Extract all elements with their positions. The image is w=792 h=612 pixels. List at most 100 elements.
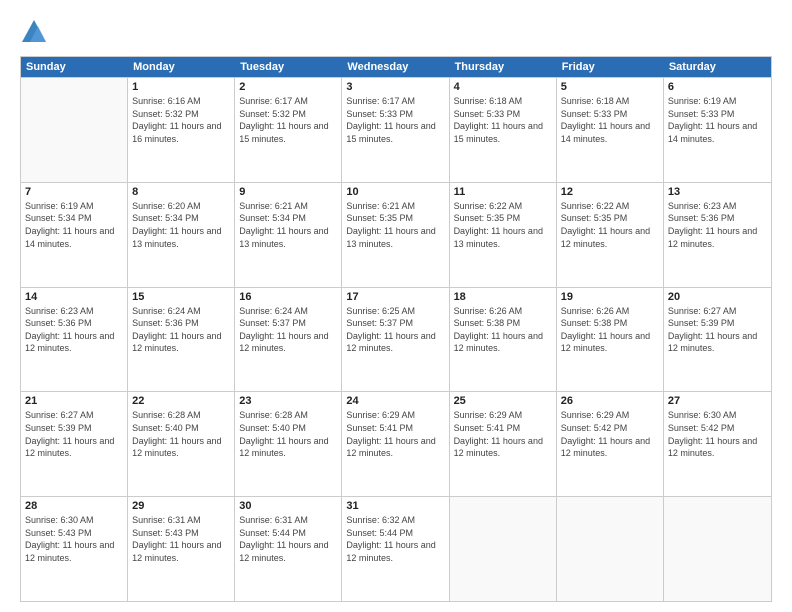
calendar-cell: 31Sunrise: 6:32 AM Sunset: 5:44 PM Dayli… [342, 497, 449, 601]
calendar-cell: 25 Sunrise: 6:29 AM Sunset: 5:41 PM Dayli… [450, 392, 557, 496]
calendar-row-0: 1 Sunrise: 6:16 AM Sunset: 5:32 PM Daylig… [21, 77, 771, 182]
cell-info: Sunrise: 6:31 AM Sunset: 5:43 PM Dayligh… [132, 514, 230, 564]
calendar-cell: 16Sunrise: 6:24 AM Sunset: 5:37 PM Dayli… [235, 288, 342, 392]
cell-day-number: 29 [132, 500, 230, 512]
cell-info: Sunrise: 6:30 AM Sunset: 5:43 PM Dayligh… [25, 514, 123, 564]
cell-info: Sunrise: 6:17 AM Sunset: 5:33 PM Dayligh… [346, 95, 444, 145]
cell-info: Sunrise: 6:21 AM Sunset: 5:35 PM Dayligh… [346, 200, 444, 250]
calendar-cell: 19 Sunrise: 6:26 AM Sunset: 5:38 PM Dayli… [557, 288, 664, 392]
calendar-cell [450, 497, 557, 601]
calendar-row-2: 14 Sunrise: 6:23 AM Sunset: 5:36 PM Dayli… [21, 287, 771, 392]
cell-info: Sunrise: 6:23 AM Sunset: 5:36 PM Dayligh… [25, 305, 123, 355]
calendar-cell: 10 Sunrise: 6:21 AM Sunset: 5:35 PM Dayli… [342, 183, 449, 287]
cell-day-number: 4 [454, 81, 552, 93]
cell-info: Sunrise: 6:26 AM Sunset: 5:38 PM Dayligh… [561, 305, 659, 355]
calendar-cell: 29 Sunrise: 6:31 AM Sunset: 5:43 PM Dayli… [128, 497, 235, 601]
calendar-cell: 13 Sunrise: 6:23 AM Sunset: 5:36 PM Dayli… [664, 183, 771, 287]
cell-day-number: 20 [668, 291, 767, 303]
cell-info: Sunrise: 6:22 AM Sunset: 5:35 PM Dayligh… [561, 200, 659, 250]
header-cell-wednesday: Wednesday [342, 57, 449, 77]
calendar: SundayMondayTuesdayWednesdayThursdayFrid… [20, 56, 772, 602]
calendar-cell: 4Sunrise: 6:18 AM Sunset: 5:33 PM Daylig… [450, 78, 557, 182]
calendar-cell [21, 78, 128, 182]
cell-info: Sunrise: 6:29 AM Sunset: 5:41 PM Dayligh… [346, 409, 444, 459]
calendar-row-3: 21 Sunrise: 6:27 AM Sunset: 5:39 PM Dayli… [21, 391, 771, 496]
calendar-body: 1 Sunrise: 6:16 AM Sunset: 5:32 PM Daylig… [21, 77, 771, 601]
calendar-cell: 9Sunrise: 6:21 AM Sunset: 5:34 PM Daylig… [235, 183, 342, 287]
cell-day-number: 7 [25, 186, 123, 198]
cell-info: Sunrise: 6:32 AM Sunset: 5:44 PM Dayligh… [346, 514, 444, 564]
calendar-cell: 2 Sunrise: 6:17 AM Sunset: 5:32 PM Daylig… [235, 78, 342, 182]
calendar-row-4: 28 Sunrise: 6:30 AM Sunset: 5:43 PM Dayli… [21, 496, 771, 601]
cell-day-number: 28 [25, 500, 123, 512]
cell-info: Sunrise: 6:19 AM Sunset: 5:34 PM Dayligh… [25, 200, 123, 250]
calendar-cell: 8 Sunrise: 6:20 AM Sunset: 5:34 PM Daylig… [128, 183, 235, 287]
header-cell-thursday: Thursday [450, 57, 557, 77]
cell-day-number: 24 [346, 395, 444, 407]
cell-day-number: 19 [561, 291, 659, 303]
header [20, 18, 772, 46]
cell-day-number: 30 [239, 500, 337, 512]
cell-info: Sunrise: 6:28 AM Sunset: 5:40 PM Dayligh… [132, 409, 230, 459]
cell-info: Sunrise: 6:23 AM Sunset: 5:36 PM Dayligh… [668, 200, 767, 250]
cell-info: Sunrise: 6:17 AM Sunset: 5:32 PM Dayligh… [239, 95, 337, 145]
cell-day-number: 21 [25, 395, 123, 407]
cell-info: Sunrise: 6:19 AM Sunset: 5:33 PM Dayligh… [668, 95, 767, 145]
cell-day-number: 1 [132, 81, 230, 93]
calendar-header: SundayMondayTuesdayWednesdayThursdayFrid… [21, 57, 771, 77]
cell-day-number: 13 [668, 186, 767, 198]
header-cell-friday: Friday [557, 57, 664, 77]
logo-icon [20, 18, 48, 46]
cell-day-number: 26 [561, 395, 659, 407]
cell-info: Sunrise: 6:28 AM Sunset: 5:40 PM Dayligh… [239, 409, 337, 459]
cell-day-number: 14 [25, 291, 123, 303]
cell-info: Sunrise: 6:26 AM Sunset: 5:38 PM Dayligh… [454, 305, 552, 355]
calendar-cell: 26Sunrise: 6:29 AM Sunset: 5:42 PM Dayli… [557, 392, 664, 496]
cell-info: Sunrise: 6:20 AM Sunset: 5:34 PM Dayligh… [132, 200, 230, 250]
cell-info: Sunrise: 6:27 AM Sunset: 5:39 PM Dayligh… [25, 409, 123, 459]
cell-info: Sunrise: 6:21 AM Sunset: 5:34 PM Dayligh… [239, 200, 337, 250]
cell-day-number: 27 [668, 395, 767, 407]
calendar-row-1: 7 Sunrise: 6:19 AM Sunset: 5:34 PM Daylig… [21, 182, 771, 287]
cell-info: Sunrise: 6:24 AM Sunset: 5:37 PM Dayligh… [239, 305, 337, 355]
calendar-cell: 12 Sunrise: 6:22 AM Sunset: 5:35 PM Dayli… [557, 183, 664, 287]
calendar-cell: 20 Sunrise: 6:27 AM Sunset: 5:39 PM Dayli… [664, 288, 771, 392]
calendar-cell: 21 Sunrise: 6:27 AM Sunset: 5:39 PM Dayli… [21, 392, 128, 496]
cell-day-number: 10 [346, 186, 444, 198]
cell-day-number: 5 [561, 81, 659, 93]
header-cell-monday: Monday [128, 57, 235, 77]
calendar-cell: 15Sunrise: 6:24 AM Sunset: 5:36 PM Dayli… [128, 288, 235, 392]
logo [20, 18, 52, 46]
calendar-cell: 5Sunrise: 6:18 AM Sunset: 5:33 PM Daylig… [557, 78, 664, 182]
cell-info: Sunrise: 6:29 AM Sunset: 5:41 PM Dayligh… [454, 409, 552, 459]
cell-day-number: 12 [561, 186, 659, 198]
cell-day-number: 25 [454, 395, 552, 407]
calendar-cell: 6 Sunrise: 6:19 AM Sunset: 5:33 PM Daylig… [664, 78, 771, 182]
calendar-cell: 30 Sunrise: 6:31 AM Sunset: 5:44 PM Dayli… [235, 497, 342, 601]
cell-day-number: 8 [132, 186, 230, 198]
calendar-cell: 18 Sunrise: 6:26 AM Sunset: 5:38 PM Dayli… [450, 288, 557, 392]
cell-day-number: 23 [239, 395, 337, 407]
cell-day-number: 22 [132, 395, 230, 407]
calendar-cell: 1 Sunrise: 6:16 AM Sunset: 5:32 PM Daylig… [128, 78, 235, 182]
calendar-cell: 17 Sunrise: 6:25 AM Sunset: 5:37 PM Dayli… [342, 288, 449, 392]
cell-info: Sunrise: 6:16 AM Sunset: 5:32 PM Dayligh… [132, 95, 230, 145]
calendar-cell: 7 Sunrise: 6:19 AM Sunset: 5:34 PM Daylig… [21, 183, 128, 287]
cell-info: Sunrise: 6:27 AM Sunset: 5:39 PM Dayligh… [668, 305, 767, 355]
calendar-cell [557, 497, 664, 601]
cell-info: Sunrise: 6:30 AM Sunset: 5:42 PM Dayligh… [668, 409, 767, 459]
cell-info: Sunrise: 6:22 AM Sunset: 5:35 PM Dayligh… [454, 200, 552, 250]
cell-day-number: 3 [346, 81, 444, 93]
cell-day-number: 17 [346, 291, 444, 303]
cell-info: Sunrise: 6:25 AM Sunset: 5:37 PM Dayligh… [346, 305, 444, 355]
calendar-cell [664, 497, 771, 601]
calendar-cell: 23 Sunrise: 6:28 AM Sunset: 5:40 PM Dayli… [235, 392, 342, 496]
calendar-cell: 14 Sunrise: 6:23 AM Sunset: 5:36 PM Dayli… [21, 288, 128, 392]
calendar-cell: 22 Sunrise: 6:28 AM Sunset: 5:40 PM Dayli… [128, 392, 235, 496]
header-cell-tuesday: Tuesday [235, 57, 342, 77]
calendar-cell: 28 Sunrise: 6:30 AM Sunset: 5:43 PM Dayli… [21, 497, 128, 601]
cell-info: Sunrise: 6:31 AM Sunset: 5:44 PM Dayligh… [239, 514, 337, 564]
cell-day-number: 18 [454, 291, 552, 303]
cell-day-number: 6 [668, 81, 767, 93]
cell-day-number: 2 [239, 81, 337, 93]
